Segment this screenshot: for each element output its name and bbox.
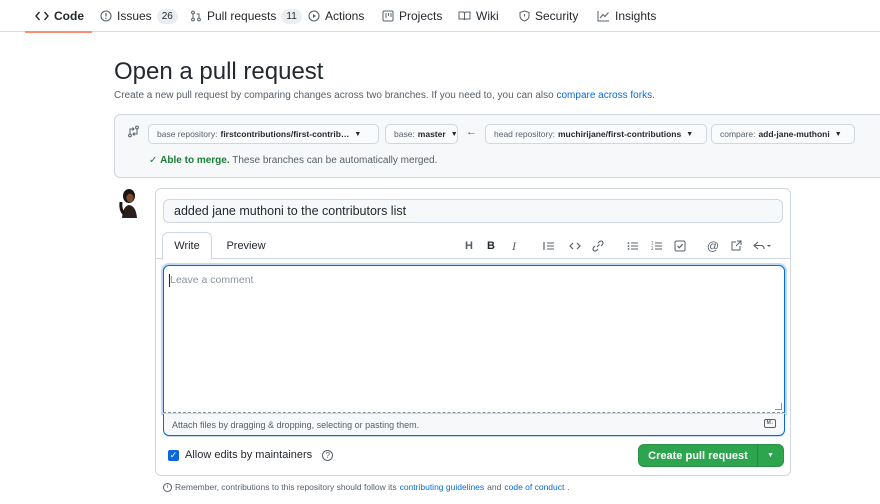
compare-branch-value: add-jane-muthoni <box>758 129 830 139</box>
title-input[interactable]: added jane muthoni to the contributors l… <box>163 199 783 223</box>
tab-code[interactable]: Code <box>25 0 92 33</box>
resize-handle[interactable] <box>775 403 782 410</box>
subtitle-text: Create a new pull request by comparing c… <box>114 90 557 101</box>
check-icon: ✓ <box>149 155 158 166</box>
base-branch-key: base: <box>394 129 415 139</box>
tab-insights-label: Insights <box>615 9 657 23</box>
code-icon[interactable] <box>568 238 582 254</box>
tab-preview[interactable]: Preview <box>218 232 274 260</box>
arrow-left-icon: ← <box>466 126 477 138</box>
git-compare-icon <box>127 125 140 141</box>
tab-actions-label: Actions <box>325 9 365 23</box>
allow-edits-checkbox[interactable]: ✓ <box>168 449 179 461</box>
notice-middle: and <box>487 482 502 492</box>
mention-icon[interactable]: @ <box>706 238 720 254</box>
tab-pull-requests[interactable]: Pull requests 11 <box>190 0 302 32</box>
base-repository-key: base repository: <box>157 129 218 139</box>
book-icon <box>458 10 471 22</box>
comment-placeholder: Leave a comment <box>170 274 254 286</box>
task-list-icon[interactable] <box>673 238 687 254</box>
allow-edits-option[interactable]: ✓ Allow edits by maintainers ? <box>168 449 334 461</box>
chevron-down-icon: ▼ <box>834 130 842 138</box>
compare-branch-select[interactable]: compare: add-jane-muthoni ▼ <box>711 124 855 144</box>
question-icon[interactable]: ? <box>322 449 334 461</box>
chevron-down-icon[interactable]: ▼ <box>758 452 783 459</box>
avatar[interactable] <box>118 188 140 218</box>
head-repository-key: head repository: <box>494 129 555 139</box>
issues-counter: 26 <box>156 8 178 24</box>
chevron-down-icon: ▼ <box>686 130 694 138</box>
tab-actions[interactable]: Actions <box>308 0 364 32</box>
tab-write[interactable]: Write <box>162 232 212 260</box>
compare-across-forks-link[interactable]: compare across forks <box>556 90 652 101</box>
comment-textarea[interactable]: Leave a comment <box>163 265 785 413</box>
play-icon <box>308 10 320 22</box>
tab-wiki[interactable]: Wiki <box>458 0 499 32</box>
chevron-down-icon: ▼ <box>450 130 458 138</box>
compare-bar: base repository: firstcontributions/firs… <box>114 114 880 178</box>
merge-status-desc: These branches can be automatically merg… <box>232 155 438 166</box>
reply-icon[interactable] <box>752 238 774 254</box>
markdown-icon[interactable]: M↓ <box>764 419 776 428</box>
attach-files-text: Attach files by dragging & dropping, sel… <box>172 419 420 430</box>
editor-tabs: Write Preview H B I 12 @ <box>156 229 790 260</box>
base-branch-value: master <box>417 129 446 139</box>
tab-projects[interactable]: Projects <box>382 0 442 32</box>
bold-icon[interactable]: B <box>484 238 498 254</box>
link-icon[interactable] <box>591 238 605 254</box>
shield-icon <box>519 10 530 22</box>
heading-icon[interactable]: H <box>462 238 476 254</box>
issue-icon <box>100 10 112 22</box>
page-subtitle: Create a new pull request by comparing c… <box>114 90 655 101</box>
head-repository-select[interactable]: head repository: muchirijane/first-contr… <box>485 124 707 144</box>
tab-security[interactable]: Security <box>519 0 578 32</box>
notice-text: Remember, contributions to this reposito… <box>175 482 397 492</box>
base-repository-select[interactable]: base repository: firstcontributions/firs… <box>148 124 379 144</box>
italic-icon[interactable]: I <box>507 238 521 254</box>
allow-edits-label: Allow edits by maintainers <box>185 449 313 461</box>
page-title: Open a pull request <box>114 58 324 85</box>
tab-issues-label: Issues <box>117 9 152 23</box>
info-icon: i <box>163 482 172 492</box>
attach-files-bar[interactable]: Attach files by dragging & dropping, sel… <box>163 414 785 436</box>
tab-wiki-label: Wiki <box>476 9 499 23</box>
svg-text:1: 1 <box>651 241 654 246</box>
create-pull-request-label: Create pull request <box>648 449 748 462</box>
cross-reference-icon[interactable] <box>729 238 743 254</box>
code-of-conduct-link[interactable]: code of conduct <box>504 482 564 492</box>
merge-status-label: Able to merge. <box>160 155 230 166</box>
tab-insights[interactable]: Insights <box>597 0 656 32</box>
subtitle-suffix: . <box>652 90 655 101</box>
merge-status: ✓ Able to merge. These branches can be a… <box>149 155 437 166</box>
tab-code-label: Code <box>54 9 84 23</box>
tab-pull-requests-label: Pull requests <box>207 9 277 23</box>
notice-suffix: . <box>567 482 570 492</box>
ordered-list-icon[interactable]: 12 <box>650 238 664 254</box>
unordered-list-icon[interactable] <box>626 238 640 254</box>
tab-security-label: Security <box>535 9 579 23</box>
head-repository-value: muchirijane/first-contributions <box>557 129 682 139</box>
base-repository-value: firstcontributions/first-contrib… <box>220 129 350 139</box>
base-branch-select[interactable]: base: master ▼ <box>385 124 458 144</box>
tab-issues[interactable]: Issues 26 <box>100 0 178 32</box>
svg-text:2: 2 <box>651 246 654 251</box>
repo-nav: Code Issues 26 Pull requests 11 Actions … <box>0 0 880 33</box>
contributing-guidelines-link[interactable]: contributing guidelines <box>400 482 485 492</box>
contribution-notice: i Remember, contributions to this reposi… <box>163 482 570 492</box>
pull-request-form: added jane muthoni to the contributors l… <box>155 188 791 476</box>
pull-request-icon <box>190 10 202 22</box>
chevron-down-icon: ▼ <box>354 130 362 138</box>
pull-requests-counter: 11 <box>281 8 302 24</box>
code-icon <box>35 10 49 22</box>
graph-icon <box>597 10 610 22</box>
project-icon <box>382 10 394 22</box>
create-pull-request-button[interactable]: Create pull request ▼ <box>638 444 784 467</box>
tab-projects-label: Projects <box>399 9 443 23</box>
quote-icon[interactable] <box>542 238 556 254</box>
compare-branch-key: compare: <box>720 129 756 139</box>
